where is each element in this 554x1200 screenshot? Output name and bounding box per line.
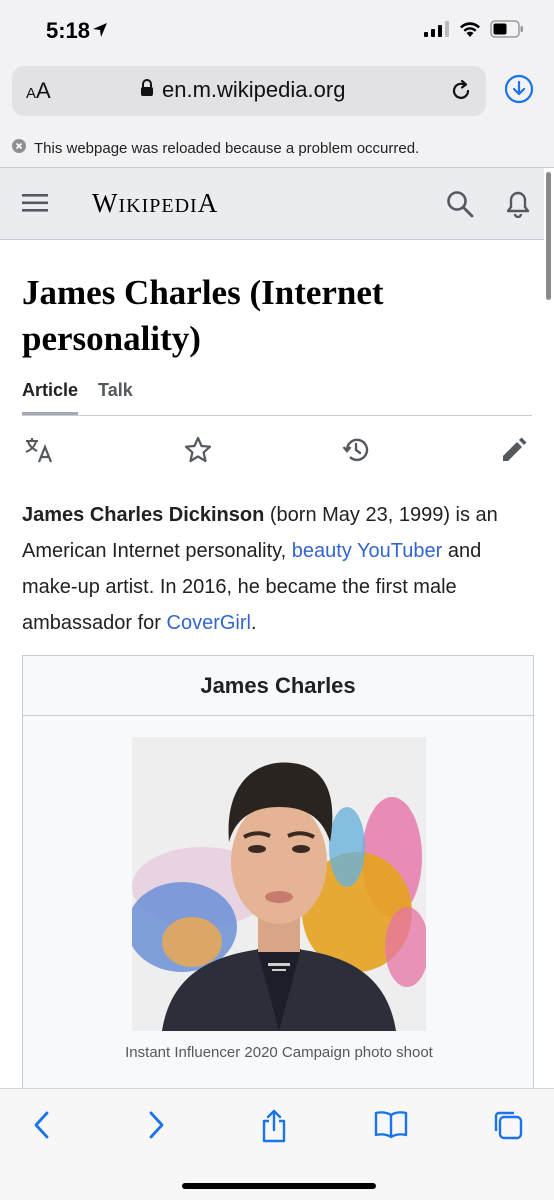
link-covergirl[interactable]: CoverGirl: [167, 612, 251, 634]
tab-article[interactable]: Article: [22, 380, 79, 415]
home-indicator: [182, 1183, 376, 1189]
status-time: 5:18: [46, 18, 91, 43]
notice-text: This webpage was reloaded because a prob…: [34, 140, 420, 157]
edit-icon[interactable]: [500, 436, 528, 469]
address-bar[interactable]: AA en.m.wikipedia.org: [12, 66, 486, 116]
bell-icon[interactable]: [505, 190, 531, 223]
tabs-icon[interactable]: [492, 1109, 524, 1146]
portrait-illustration: [132, 737, 426, 1031]
bookmarks-icon[interactable]: [374, 1109, 408, 1144]
url-display[interactable]: en.m.wikipedia.org: [140, 77, 345, 103]
forward-icon[interactable]: [144, 1109, 168, 1146]
subject-name: James Charles Dickinson: [22, 504, 265, 526]
star-icon[interactable]: [184, 436, 212, 469]
wikipedia-wordmark: WIKIPEDIA: [92, 188, 218, 218]
reader-settings-button[interactable]: AA: [26, 78, 51, 104]
wifi-icon: [458, 20, 482, 43]
article-tabs: Article Talk: [22, 380, 532, 416]
translate-icon[interactable]: [24, 436, 54, 469]
page-actions: [22, 436, 532, 466]
infobox-caption: Instant Influencer 2020 Campaign photo s…: [125, 1044, 433, 1061]
download-icon[interactable]: [504, 74, 534, 109]
lead-paragraph: James Charles Dickinson (born May 23, 19…: [22, 497, 522, 641]
reload-notice: This webpage was reloaded because a prob…: [0, 130, 554, 168]
scrollbar[interactable]: [546, 172, 551, 300]
browser-chrome: AA en.m.wikipedia.org: [0, 58, 554, 130]
back-icon[interactable]: [30, 1109, 54, 1146]
cellular-signal-icon: [424, 21, 450, 42]
battery-icon: [490, 20, 524, 43]
wikipedia-logo[interactable]: WIKIPEDIA: [92, 188, 242, 227]
menu-icon[interactable]: [22, 192, 48, 219]
status-indicators: [424, 20, 524, 43]
share-icon[interactable]: [260, 1109, 288, 1148]
wordmark-text: WIKIPEDIA: [92, 188, 218, 218]
tab-talk[interactable]: Talk: [98, 380, 133, 415]
infobox-title: James Charles: [23, 656, 533, 716]
wiki-header: WIKIPEDIA: [0, 168, 544, 240]
close-circle-icon[interactable]: [12, 139, 26, 158]
page-title: James Charles (Internet personality): [22, 273, 384, 358]
infobox-portrait-image[interactable]: [132, 737, 426, 1031]
lock-icon: [140, 78, 154, 102]
reload-icon[interactable]: [448, 78, 474, 109]
infobox: James Charles Instant Influencer 2020 Ca…: [22, 655, 534, 1095]
status-bar: 5:18: [0, 0, 554, 58]
lead-text: .: [250, 612, 257, 634]
link-beauty-youtuber[interactable]: beauty YouTuber: [292, 540, 443, 562]
location-arrow-icon: [92, 22, 108, 43]
url-text: en.m.wikipedia.org: [162, 77, 346, 102]
history-icon[interactable]: [342, 436, 370, 469]
search-icon[interactable]: [446, 190, 474, 223]
